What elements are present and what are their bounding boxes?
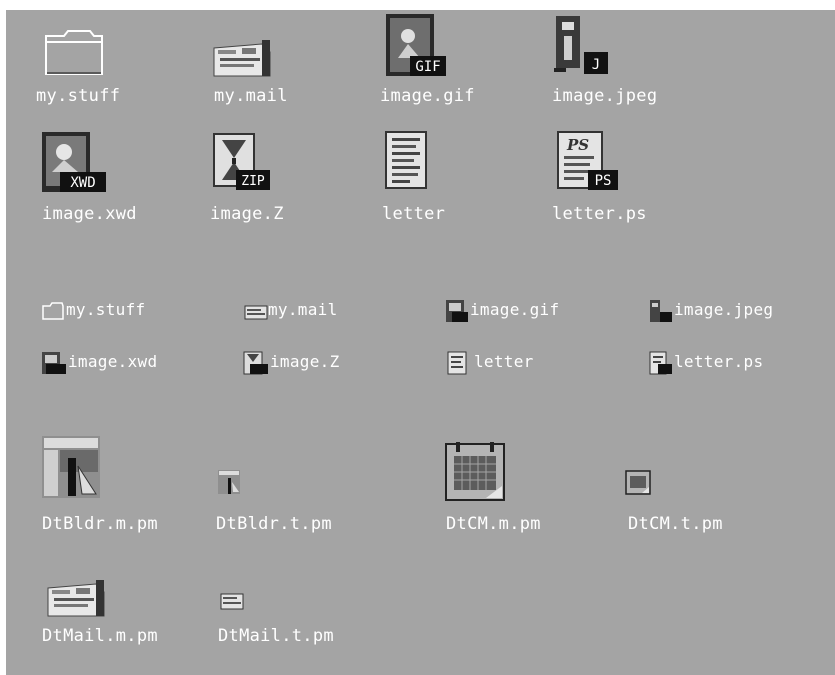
mail-icon [47,580,105,617]
jpeg-image-icon [650,300,672,322]
file-my-mail-small[interactable]: my.mail [244,298,414,324]
mail-icon [213,40,271,77]
badge-text: GIF [415,59,440,75]
app-builder-icon [218,470,240,494]
file-letter-ps-small[interactable]: letter.ps [649,350,820,376]
file-label: DtCM.t.pm [628,514,723,534]
file-label: DtBldr.m.pm [42,514,158,534]
file-image-z-large[interactable]: ZIP image.Z [210,128,340,226]
file-label: DtMail.m.pm [42,626,158,646]
file-label: letter.ps [552,204,647,224]
file-label: letter [382,204,446,224]
xwd-image-icon: XWD [42,132,106,192]
file-label: DtMail.t.pm [218,626,334,646]
file-image-jpeg-small[interactable]: image.jpeg [650,298,835,324]
calendar-icon [445,442,505,501]
calendar-icon [625,470,651,495]
postscript-document-icon [649,351,672,375]
file-my-stuff-large[interactable]: my.stuff [36,28,156,110]
file-letter-small[interactable]: letter [447,350,588,376]
file-image-gif-small[interactable]: image.gif [446,298,616,324]
file-image-xwd-large[interactable]: XWD image.xwd [42,126,172,226]
file-label: my.stuff [66,300,146,319]
app-builder-icon [42,436,100,498]
file-label: image.xwd [68,352,158,371]
folder-icon [45,30,103,75]
file-dtbldr-t-pm[interactable]: DtBldr.t.pm [216,464,376,536]
compressed-file-icon [243,351,268,375]
file-image-gif-large[interactable]: GIF image.gif [380,10,510,110]
file-label: image.jpeg [552,86,658,106]
folder-icon [42,302,64,320]
ps-stamp: PS [566,136,589,154]
file-dtmail-m-pm[interactable]: DtMail.m.pm [42,574,212,652]
file-label: letter.ps [674,352,764,371]
icon-view-panel: my.stuff my.mail GIF image.gif J image.j… [6,10,835,675]
file-letter-ps-large[interactable]: PS PS letter.ps [552,128,682,226]
file-label: my.mail [268,300,338,319]
file-letter-large[interactable]: letter [382,128,492,226]
file-label: my.mail [214,86,288,106]
compressed-file-icon: ZIP [213,133,270,190]
postscript-document-icon: PS PS [557,131,618,190]
text-document-icon [385,131,427,189]
file-label: my.stuff [36,86,121,106]
file-label: image.gif [470,300,560,319]
file-dtbldr-m-pm[interactable]: DtBldr.m.pm [42,436,202,536]
file-my-mail-large[interactable]: my.mail [206,28,326,110]
file-label: letter [474,352,534,371]
file-label: DtBldr.t.pm [216,514,332,534]
file-manager-window: my.stuff my.mail GIF image.gif J image.j… [0,0,835,675]
gif-image-icon: GIF [386,14,446,76]
file-image-jpeg-large[interactable]: J image.jpeg [552,12,682,110]
file-label: image.jpeg [674,300,774,319]
file-label: image.xwd [42,204,137,224]
mail-icon [220,593,244,610]
gif-image-icon [446,300,468,322]
badge-text: PS [595,173,612,189]
badge-text: J [592,57,600,73]
mail-icon [244,305,268,320]
xwd-image-icon [42,352,66,374]
file-label: DtCM.m.pm [446,514,541,534]
text-document-icon [447,351,467,375]
jpeg-image-icon: J [554,16,608,74]
file-image-z-small[interactable]: image.Z [243,350,414,376]
file-label: image.Z [270,352,340,371]
badge-text: XWD [70,175,95,191]
file-label: image.Z [210,204,284,224]
file-dtcm-t-pm[interactable]: DtCM.t.pm [625,464,786,536]
file-my-stuff-small[interactable]: my.stuff [42,298,212,324]
file-dtcm-m-pm[interactable]: DtCM.m.pm [444,442,604,536]
file-label: image.gif [380,86,475,106]
file-dtmail-t-pm[interactable]: DtMail.t.pm [218,584,388,652]
badge-text: ZIP [241,174,265,189]
file-image-xwd-small[interactable]: image.xwd [42,350,222,376]
